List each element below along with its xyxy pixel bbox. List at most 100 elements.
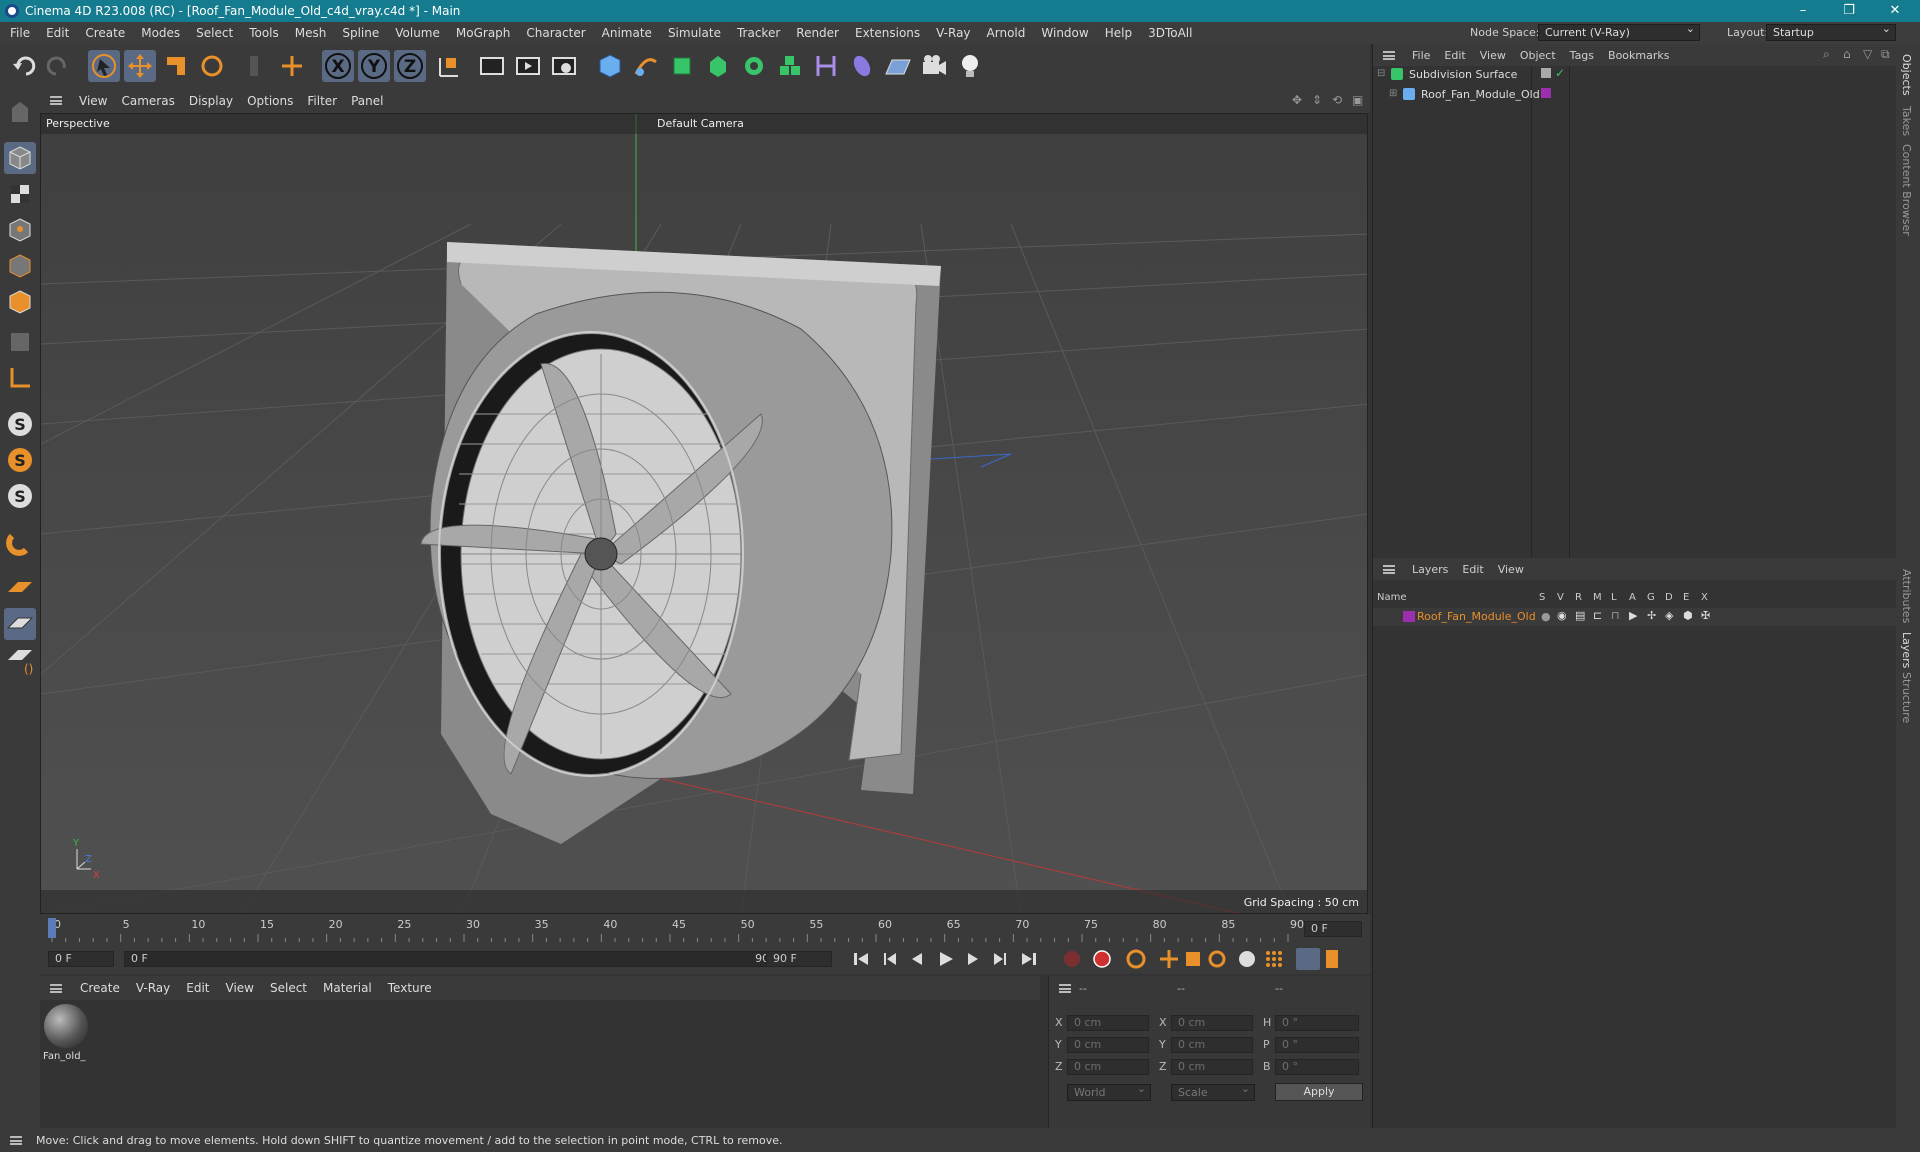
objects-menu-object[interactable]: Object	[1513, 49, 1563, 62]
layer-render-icon[interactable]: ▤	[1575, 609, 1585, 622]
coord-pos-z-field[interactable]: 0 cm	[1067, 1059, 1149, 1075]
model-mode-button[interactable]	[4, 142, 36, 174]
tab-layers[interactable]: Layers	[1900, 632, 1913, 668]
axis-mode-button[interactable]	[4, 362, 36, 394]
node-space-dropdown[interactable]: Current (V-Ray)	[1538, 21, 1700, 41]
locked-workplane-button[interactable]: ()	[4, 644, 36, 676]
material-menu-edit[interactable]: Edit	[178, 981, 217, 995]
tab-content-browser[interactable]: Content Browser	[1900, 144, 1913, 236]
render-picture-viewer-button[interactable]	[512, 50, 544, 82]
timeline-ruler[interactable]: 0 5 10 15 20 25 30 35 40 45 50 55 60 65 70 75 80 85 90 0 F	[40, 914, 1370, 944]
viewport-maximize-icon[interactable]: ▣	[1352, 93, 1363, 107]
layer-expression-icon[interactable]: ⬢	[1683, 609, 1693, 622]
objects-search-icon[interactable]: ⌕	[1823, 47, 1830, 62]
layer-animation-icon[interactable]: ▶	[1629, 609, 1637, 622]
objects-home-icon[interactable]: ⌂	[1843, 47, 1851, 61]
scale-tool-button[interactable]	[160, 50, 192, 82]
start-frame-field[interactable]: 0 F	[48, 951, 114, 967]
mograph-button[interactable]	[774, 50, 806, 82]
material-menu-texture[interactable]: Texture	[380, 981, 440, 995]
coord-world-dropdown[interactable]: World	[1067, 1081, 1151, 1101]
make-editable-button[interactable]	[4, 96, 36, 128]
coord-size-z-field[interactable]: 0 cm	[1171, 1059, 1253, 1075]
layer-row[interactable]: Roof_Fan_Module_Old ● ◉ ▤ ⊏ ⊓ ▶ ✢ ◈ ⬢ ✠	[1373, 608, 1897, 626]
next-frame-button[interactable]	[968, 953, 978, 965]
coord-size-x-field[interactable]: 0 cm	[1171, 1015, 1253, 1031]
extrude-button[interactable]	[702, 50, 734, 82]
cloner-button[interactable]	[738, 50, 770, 82]
field-button[interactable]	[846, 50, 878, 82]
coord-pos-y-field[interactable]: 0 cm	[1067, 1037, 1149, 1053]
timeline-view-button[interactable]	[1326, 950, 1338, 968]
next-key-button[interactable]	[994, 953, 1006, 965]
points-mode-button[interactable]	[4, 214, 36, 246]
tree-row-roof-fan[interactable]: ⊞ Roof_Fan_Module_Old	[1373, 86, 1897, 104]
menu-select[interactable]: Select	[188, 26, 241, 40]
layers-menu-edit[interactable]: Edit	[1455, 563, 1490, 576]
magnet-tool-button[interactable]	[4, 526, 36, 558]
objects-menu-icon[interactable]	[1383, 50, 1395, 60]
menu-render[interactable]: Render	[788, 26, 847, 40]
key-rotation-button[interactable]	[1208, 950, 1226, 968]
grid-snap-button[interactable]	[4, 608, 36, 640]
floor-button[interactable]	[882, 50, 914, 82]
render-view-button[interactable]	[476, 50, 508, 82]
layer-view-icon[interactable]: ◉	[1557, 609, 1567, 622]
viewport-zoom-icon[interactable]: ⇕	[1312, 93, 1322, 107]
timeline-mode-button[interactable]	[1296, 948, 1320, 970]
z-axis-lock-button[interactable]: Z	[394, 50, 426, 82]
key-pla-button[interactable]	[1266, 951, 1282, 967]
expand-icon[interactable]: ⊟	[1377, 68, 1385, 79]
layer-name[interactable]: Roof_Fan_Module_Old	[1417, 610, 1536, 623]
coord-rot-b-field[interactable]: 0 °	[1275, 1059, 1359, 1075]
layer-generator-icon[interactable]: ✢	[1647, 609, 1656, 622]
menu-extensions[interactable]: Extensions	[847, 26, 928, 40]
key-move-button[interactable]	[1160, 950, 1178, 968]
layer-color-icon[interactable]	[1541, 88, 1551, 98]
menu-window[interactable]: Window	[1033, 26, 1096, 40]
move-tool-button[interactable]	[124, 50, 156, 82]
coord-pos-x-field[interactable]: 0 cm	[1067, 1015, 1149, 1031]
timeline-playhead[interactable]	[48, 918, 56, 938]
deformer-button[interactable]	[810, 50, 842, 82]
viewport-menu-cameras[interactable]: Cameras	[114, 94, 181, 108]
objects-new-window-icon[interactable]: ⧉	[1881, 47, 1890, 62]
close-button[interactable]: ✕	[1872, 0, 1918, 22]
layers-menu-layers[interactable]: Layers	[1405, 563, 1455, 576]
uv-mode-button[interactable]	[4, 326, 36, 358]
objects-menu-view[interactable]: View	[1473, 49, 1513, 62]
camera-button[interactable]	[918, 50, 950, 82]
end-frame-field[interactable]: 90 F	[766, 951, 832, 967]
play-button[interactable]	[940, 952, 953, 966]
edges-mode-button[interactable]	[4, 250, 36, 282]
material-menu-create[interactable]: Create	[72, 981, 128, 995]
coord-rot-h-field[interactable]: 0 °	[1275, 1015, 1359, 1031]
polygons-mode-button[interactable]	[4, 286, 36, 318]
key-param-button[interactable]	[1239, 951, 1255, 967]
material-item[interactable]: Fan_old_	[43, 1004, 89, 1066]
layer-lock-icon[interactable]: ⊓	[1611, 609, 1620, 622]
rotate-tool-button[interactable]	[196, 50, 228, 82]
menu-arnold[interactable]: Arnold	[979, 26, 1034, 40]
viewport-menu-filter[interactable]: Filter	[300, 94, 344, 108]
render-settings-button[interactable]	[548, 50, 580, 82]
tab-attributes[interactable]: Attributes	[1900, 569, 1913, 623]
quantize-button[interactable]: S	[4, 480, 36, 512]
viewport-menu-display[interactable]: Display	[182, 94, 240, 108]
objects-menu-edit[interactable]: Edit	[1437, 49, 1472, 62]
auto-key-button[interactable]	[1093, 950, 1111, 968]
layers-menu-view[interactable]: View	[1491, 563, 1531, 576]
menu-mesh[interactable]: Mesh	[287, 26, 335, 40]
expand-icon[interactable]: ⊞	[1389, 88, 1397, 99]
menu-tools[interactable]: Tools	[241, 26, 287, 40]
menu-tracker[interactable]: Tracker	[729, 26, 788, 40]
material-menu-icon[interactable]	[50, 983, 62, 993]
cube-object-button[interactable]	[594, 50, 626, 82]
viewport-menu-panel[interactable]: Panel	[344, 94, 390, 108]
tab-takes[interactable]: Takes	[1900, 106, 1913, 136]
coord-scale-dropdown[interactable]: Scale	[1171, 1081, 1255, 1101]
layer-solo-icon[interactable]: ●	[1541, 610, 1551, 623]
tab-objects[interactable]: Objects	[1900, 54, 1913, 96]
menu-animate[interactable]: Animate	[594, 26, 660, 40]
menu-simulate[interactable]: Simulate	[660, 26, 729, 40]
